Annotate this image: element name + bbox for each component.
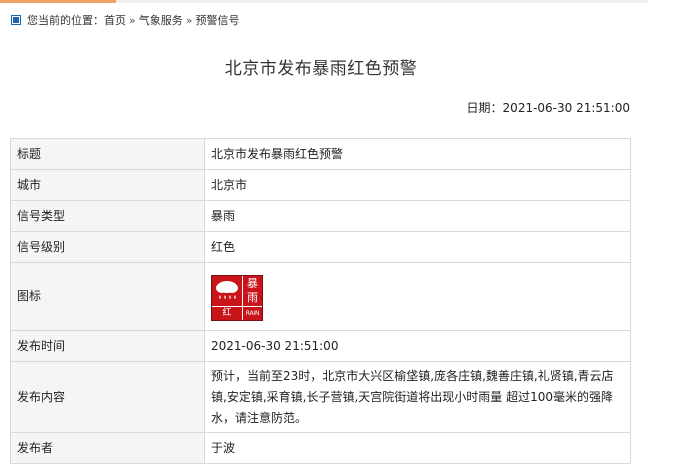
row-value-content: 预计，当前至23时，北京市大兴区榆垡镇,庞各庄镇,魏善庄镇,礼贤镇,青云店镇,安…	[204, 361, 631, 433]
row-label-icon: 图标	[10, 262, 205, 331]
row-value-city: 北京市	[204, 169, 631, 201]
page-title: 北京市发布暴雨红色预警	[224, 59, 418, 79]
icon-char-bottom: 雨	[247, 290, 258, 304]
breadcrumb-home-link[interactable]: 首页	[104, 12, 126, 28]
breadcrumb-warning-signal-link[interactable]: 预警信号	[195, 12, 239, 28]
table-row: 城市 北京市	[10, 169, 631, 201]
table-row: 信号类型 暴雨	[10, 200, 631, 232]
table-row: 发布者 于波	[10, 432, 631, 464]
rain-cloud-icon	[212, 275, 243, 307]
rainstorm-red-warning-icon: 暴 雨 红 RAIN STORM	[211, 274, 264, 330]
row-label-signal-type: 信号类型	[10, 200, 205, 232]
table-row: 信号级别 红色	[10, 231, 631, 263]
row-label-title: 标题	[10, 138, 205, 170]
breadcrumb: 您当前的位置： 首页 » 气象服务 » 预警信号	[11, 11, 239, 29]
icon-chinese-label: 暴 雨	[243, 275, 262, 307]
table-row: 标题 北京市发布暴雨红色预警	[10, 138, 631, 170]
row-label-signal-level: 信号级别	[10, 231, 205, 263]
table-row: 图标 暴 雨 红 RAIN STORM	[10, 262, 631, 331]
icon-char-top: 暴	[247, 276, 258, 290]
row-label-publish-time: 发布时间	[10, 330, 205, 362]
row-value-title: 北京市发布暴雨红色预警	[204, 138, 631, 170]
row-value-icon: 暴 雨 红 RAIN STORM	[204, 262, 631, 331]
row-value-publisher: 于波	[204, 432, 631, 464]
row-value-signal-level: 红色	[204, 231, 631, 263]
breadcrumb-separator: »	[129, 13, 136, 27]
date-label: 日期：	[466, 101, 503, 115]
row-value-signal-type: 暴雨	[204, 200, 631, 232]
icon-english-label: RAIN STORM	[243, 306, 264, 330]
publish-date: 日期：2021-06-30 21:51:00	[467, 99, 630, 116]
breadcrumb-prefix: 您当前的位置：	[27, 14, 104, 27]
row-label-publisher: 发布者	[10, 432, 205, 464]
row-label-content: 发布内容	[10, 361, 205, 433]
warning-info-table: 标题 北京市发布暴雨红色预警 城市 北京市 信号类型 暴雨 信号级别 红色 图标	[10, 138, 631, 464]
top-divider	[0, 0, 648, 3]
location-icon	[11, 15, 21, 25]
date-value: 2021-06-30 21:51:00	[502, 101, 630, 115]
top-divider-accent	[0, 0, 116, 3]
breadcrumb-weather-service-link[interactable]: 气象服务	[139, 12, 183, 28]
breadcrumb-separator: »	[185, 13, 193, 27]
table-row: 发布时间 2021-06-30 21:51:00	[10, 330, 631, 362]
row-value-publish-time: 2021-06-30 21:51:00	[204, 330, 631, 362]
icon-level-char: 红	[212, 306, 243, 320]
row-label-city: 城市	[10, 169, 205, 201]
table-row: 发布内容 预计，当前至23时，北京市大兴区榆垡镇,庞各庄镇,魏善庄镇,礼贤镇,青…	[10, 361, 631, 433]
